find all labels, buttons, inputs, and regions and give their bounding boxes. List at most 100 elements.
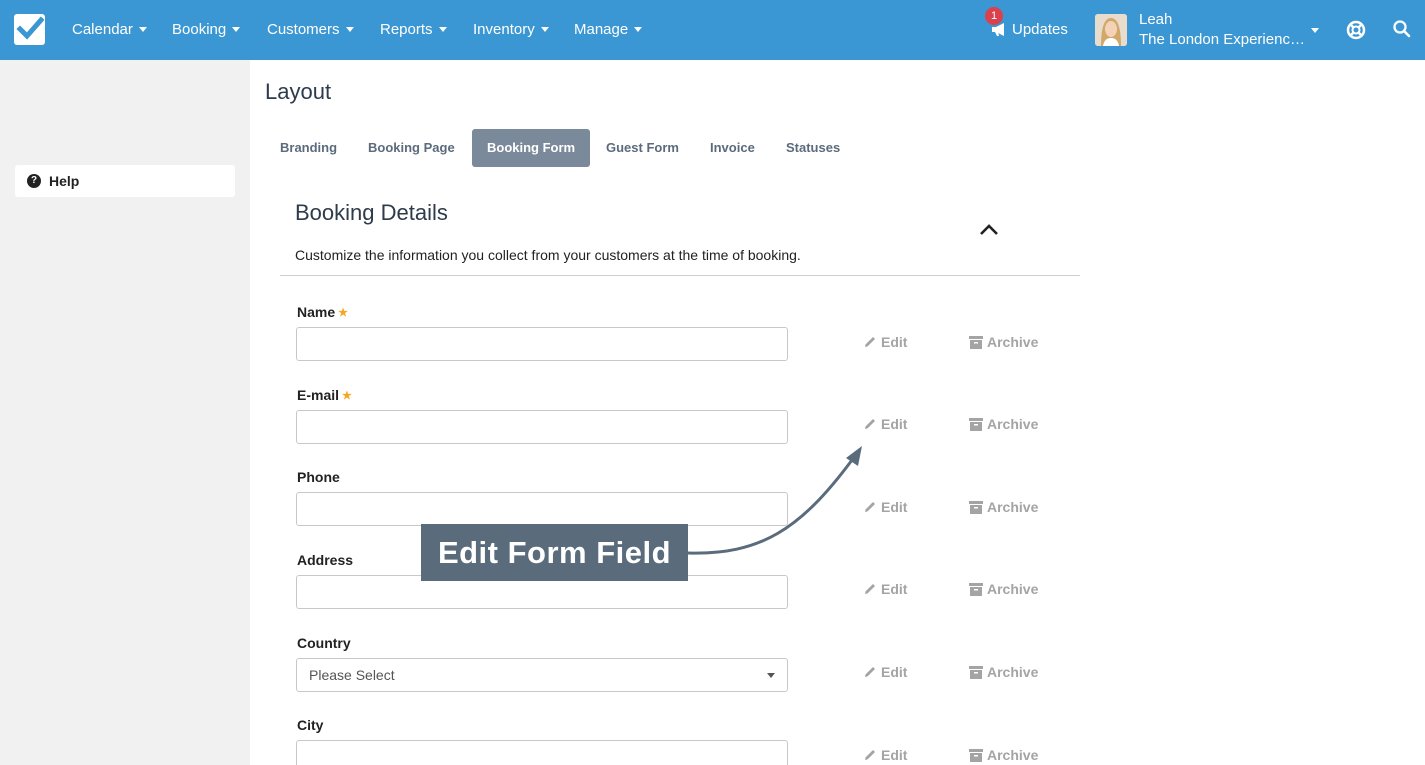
edit-button[interactable]: Edit: [863, 416, 907, 432]
tab-guest-form[interactable]: Guest Form: [591, 129, 694, 167]
section-divider: [280, 275, 1080, 276]
edit-label: Edit: [881, 747, 908, 763]
tab-booking-form[interactable]: Booking Form: [472, 129, 591, 167]
chevron-down-icon: [540, 27, 549, 32]
archive-label: Archive: [987, 416, 1039, 432]
pencil-icon: [865, 419, 875, 429]
help-label: Help: [49, 173, 80, 189]
edit-button[interactable]: Edit: [863, 747, 907, 763]
edit-button[interactable]: Edit: [863, 334, 907, 350]
archive-button[interactable]: Archive: [969, 747, 1038, 763]
phone-input[interactable]: [296, 492, 788, 526]
edit-button[interactable]: Edit: [863, 499, 907, 515]
field-label-address: Address: [297, 552, 353, 568]
nav-booking[interactable]: Booking: [172, 20, 241, 40]
archive-box-icon: [969, 501, 983, 514]
field-label-country: Country: [297, 635, 351, 651]
country-select-value: Please Select: [309, 667, 395, 683]
nav-inventory[interactable]: Inventory: [473, 20, 549, 40]
pencil-icon: [865, 502, 875, 512]
user-menu-chevron-down-icon[interactable]: [1311, 28, 1319, 33]
chevron-down-icon: [767, 673, 775, 678]
field-label-email: E-mail ★: [297, 387, 352, 403]
edit-button[interactable]: Edit: [863, 664, 907, 680]
archive-box-icon: [969, 666, 983, 679]
tab-statuses[interactable]: Statuses: [771, 129, 855, 167]
field-label-text: Country: [297, 635, 351, 651]
archive-label: Archive: [987, 664, 1039, 680]
chevron-down-icon: [634, 27, 643, 32]
city-input[interactable]: [296, 740, 788, 765]
edit-label: Edit: [881, 499, 908, 515]
archive-box-icon: [969, 583, 983, 596]
callout-label: Edit Form Field: [421, 524, 688, 581]
chevron-down-icon: [345, 27, 354, 32]
chevron-down-icon: [138, 27, 147, 32]
archive-label: Archive: [987, 581, 1039, 597]
tab-invoice[interactable]: Invoice: [695, 129, 770, 167]
required-star-icon: ★: [338, 307, 349, 319]
collapse-chevron-up-icon[interactable]: [979, 222, 999, 236]
user-avatar[interactable]: [1095, 14, 1127, 46]
name-input[interactable]: [296, 327, 788, 361]
edit-button[interactable]: Edit: [863, 581, 907, 597]
pencil-icon: [865, 667, 875, 677]
lifebuoy-help-icon[interactable]: [1346, 20, 1366, 40]
pencil-icon: [865, 584, 875, 594]
sidebar: ? Help: [0, 60, 250, 765]
archive-button[interactable]: Archive: [969, 581, 1038, 597]
archive-box-icon: [969, 336, 983, 349]
archive-box-icon: [969, 418, 983, 431]
updates-button[interactable]: 1 Updates: [985, 7, 1068, 40]
help-button[interactable]: ? Help: [15, 165, 235, 197]
edit-label: Edit: [881, 416, 908, 432]
field-label-text: Address: [297, 552, 354, 568]
archive-label: Archive: [987, 334, 1039, 350]
field-label-name: Name ★: [297, 304, 348, 320]
archive-button[interactable]: Archive: [969, 416, 1038, 432]
app-logo-checkmark-icon[interactable]: [14, 14, 45, 45]
field-label-text: Name: [297, 304, 336, 320]
nav-booking-label: Booking: [172, 21, 227, 38]
archive-label: Archive: [987, 499, 1039, 515]
field-label-phone: Phone: [297, 469, 340, 485]
nav-reports[interactable]: Reports: [380, 20, 447, 40]
user-name[interactable]: Leah: [1139, 11, 1172, 28]
chevron-down-icon: [232, 27, 241, 32]
nav-calendar[interactable]: Calendar: [72, 20, 147, 40]
top-nav-bar: Calendar Booking Customers Reports Inven…: [0, 0, 1425, 60]
pencil-icon: [865, 337, 875, 347]
updates-badge: 1: [985, 7, 1003, 25]
archive-button[interactable]: Archive: [969, 664, 1038, 680]
section-description: Customize the information you collect fr…: [295, 247, 801, 263]
nav-manage-label: Manage: [574, 21, 629, 38]
updates-label: Updates: [1012, 21, 1068, 38]
question-circle-icon: ?: [27, 174, 41, 188]
user-company[interactable]: The London Experienc…: [1139, 31, 1305, 48]
nav-customers[interactable]: Customers: [267, 20, 354, 40]
archive-label: Archive: [987, 747, 1039, 763]
nav-manage[interactable]: Manage: [574, 20, 643, 40]
archive-button[interactable]: Archive: [969, 499, 1038, 515]
chevron-down-icon: [438, 27, 447, 32]
archive-button[interactable]: Archive: [969, 334, 1038, 350]
archive-box-icon: [969, 749, 983, 762]
section-title: Booking Details: [295, 200, 448, 225]
nav-inventory-label: Inventory: [473, 21, 535, 38]
search-icon[interactable]: [1393, 20, 1411, 38]
country-select[interactable]: Please Select: [296, 658, 788, 692]
edit-label: Edit: [881, 334, 908, 350]
nav-reports-label: Reports: [380, 21, 433, 38]
pencil-icon: [865, 750, 875, 760]
tab-branding[interactable]: Branding: [265, 129, 352, 167]
field-label-text: City: [297, 717, 324, 733]
email-input[interactable]: [296, 410, 788, 444]
field-label-text: E-mail: [297, 387, 340, 403]
field-label-city: City: [297, 717, 323, 733]
required-star-icon: ★: [342, 390, 352, 402]
nav-customers-label: Customers: [267, 21, 340, 38]
nav-calendar-label: Calendar: [72, 21, 133, 38]
tab-booking-page[interactable]: Booking Page: [353, 129, 470, 167]
page-title: Layout: [265, 79, 332, 104]
field-label-text: Phone: [297, 469, 340, 485]
